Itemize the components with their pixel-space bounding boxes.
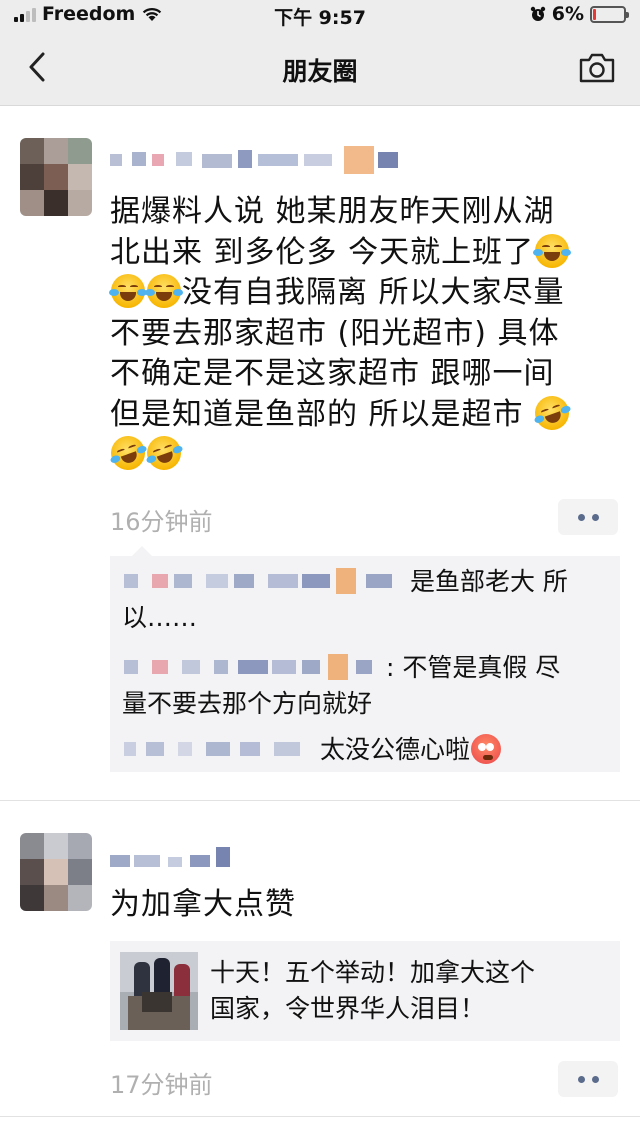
battery-icon bbox=[590, 5, 629, 23]
link-title-line: 十天！五个举动！加拿大这个 bbox=[210, 958, 536, 987]
link-title-line: 国家，令世界华人泪目！ bbox=[210, 994, 486, 1023]
laugh-cry-emoji-icon bbox=[145, 274, 183, 308]
flushed-emoji-icon bbox=[470, 734, 501, 764]
comment-text: 是鱼部老大 所 bbox=[409, 567, 568, 596]
moment-post: 据爆料人说 她某朋友昨天刚从湖 北出来 到多伦多 今天就上班了 没有自我隔离 所… bbox=[0, 106, 640, 800]
commenter-name-blurred[interactable] bbox=[122, 736, 312, 762]
post-text-line: 不确定是不是这家超市 跟哪一间 bbox=[110, 356, 555, 391]
post-text-line: 据爆料人说 她某朋友昨天刚从湖 bbox=[110, 194, 555, 229]
comment-item[interactable]: 是鱼部老大 所 以…… bbox=[122, 564, 612, 636]
post-text-line: 没有自我隔离 所以大家尽量 bbox=[109, 273, 610, 314]
status-bar: Freedom 下午 9:57 6% bbox=[0, 0, 640, 29]
dot-icon bbox=[591, 513, 599, 521]
more-button[interactable] bbox=[558, 1061, 618, 1097]
more-button[interactable] bbox=[558, 499, 618, 535]
username-blurred[interactable] bbox=[110, 847, 240, 875]
nav-bar: 朋友圈 bbox=[0, 28, 640, 106]
comment-text-cont: 量不要去那个方向就好 bbox=[122, 689, 373, 718]
link-title: 十天！五个举动！加拿大这个 国家，令世界华人泪目！ bbox=[210, 955, 600, 1027]
rolling-laugh-emoji-icon bbox=[530, 390, 574, 435]
comment-item[interactable]: 太没公德心啦 bbox=[122, 732, 612, 768]
post-text: 为加拿大点赞 bbox=[110, 887, 296, 922]
alarm-icon bbox=[530, 6, 545, 21]
rolling-laugh-emoji-icon bbox=[106, 431, 150, 475]
avatar[interactable] bbox=[20, 138, 92, 216]
dot-icon bbox=[577, 513, 585, 521]
page-title: 朋友圈 bbox=[282, 57, 358, 86]
post-text-line bbox=[106, 431, 610, 476]
laugh-cry-emoji-icon bbox=[109, 274, 147, 308]
post-divider bbox=[0, 1116, 640, 1117]
post-time: 16分钟前 bbox=[110, 508, 213, 536]
post-text-line: 不要去那家超市 (阳光超市) 具体 bbox=[110, 315, 560, 351]
comment-section: 是鱼部老大 所 以…… : 不管是真假 尽 量不要去那个方向就好 太没公德心啦 bbox=[110, 546, 620, 772]
post-text: 据爆料人说 她某朋友昨天刚从湖 北出来 到多伦多 今天就上班了 没有自我隔离 所… bbox=[106, 192, 610, 476]
link-card[interactable]: 十天！五个举动！加拿大这个 国家，令世界华人泪目！ bbox=[110, 941, 620, 1041]
battery-label: 6% bbox=[551, 3, 584, 25]
comment-text: 太没公德心啦 bbox=[319, 735, 470, 764]
link-thumbnail bbox=[120, 952, 198, 1030]
rolling-laugh-emoji-icon bbox=[142, 431, 186, 475]
post-text-line: 北出来 到多伦多 今天就上班了 bbox=[110, 233, 610, 274]
dot-icon bbox=[577, 1075, 585, 1083]
dot-icon bbox=[591, 1075, 599, 1083]
post-time: 17分钟前 bbox=[110, 1071, 213, 1099]
post-text-line: 但是知道是鱼部的 所以是超市 bbox=[110, 390, 610, 436]
comment-text-cont: 以…… bbox=[122, 603, 198, 632]
camera-icon[interactable] bbox=[578, 52, 616, 84]
laugh-cry-emoji-icon bbox=[533, 233, 572, 268]
comment-text: : 不管是真假 尽 bbox=[385, 653, 561, 682]
comment-item[interactable]: : 不管是真假 尽 量不要去那个方向就好 bbox=[122, 650, 612, 722]
commenter-name-blurred[interactable] bbox=[122, 568, 402, 594]
avatar[interactable] bbox=[20, 833, 92, 911]
username-blurred[interactable] bbox=[110, 146, 410, 174]
commenter-name-blurred[interactable] bbox=[122, 654, 378, 680]
moment-post: 为加拿大点赞 十天！五个举动！加拿大这个 国家，令世界华人泪目！ 17分钟前 bbox=[0, 801, 640, 1121]
status-right: 6% bbox=[530, 3, 629, 25]
